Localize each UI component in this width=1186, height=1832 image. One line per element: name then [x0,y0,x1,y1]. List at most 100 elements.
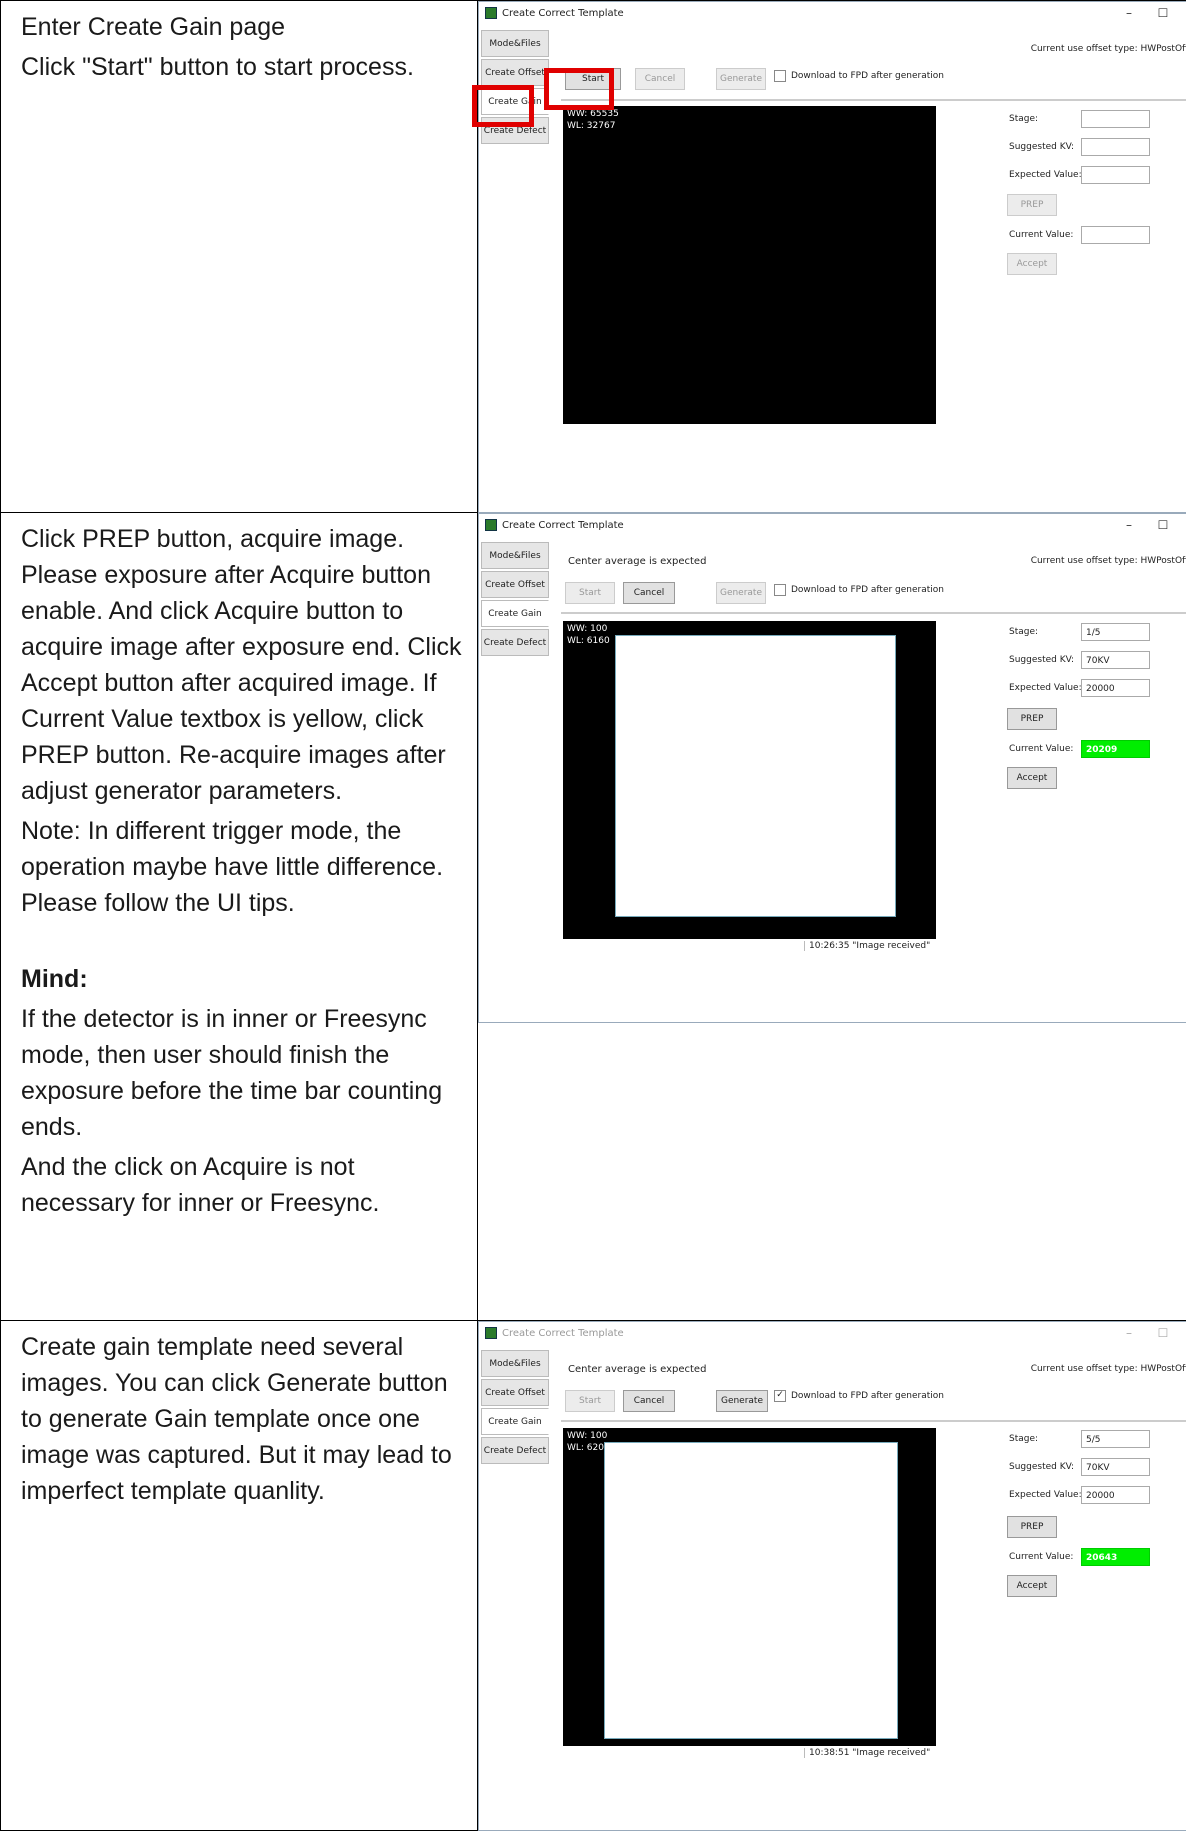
separator [561,1420,1186,1422]
close-icon[interactable]: ✕ [1180,6,1186,20]
step2-paragraph-2: Note: In different trigger mode, the ope… [21,817,444,917]
step3-text: Create gain template need several images… [0,1320,478,1831]
minimize-icon[interactable]: – [1112,1326,1146,1340]
maximize-icon[interactable]: ☐ [1146,518,1180,532]
gain-panel: Current use offset type: HWPostOffset St… [551,24,1186,510]
window-title: Create Correct Template [502,7,624,19]
maximize-icon[interactable]: ☐ [1146,6,1180,20]
separator [561,612,1186,614]
wl-value: WL: 32767 [567,121,616,131]
create-template-window: Create Correct Template – ☐ ✕ Mode&Files… [478,513,1186,1023]
separator [561,99,1186,101]
tab-create-offset[interactable]: Create Offset [481,1379,549,1406]
current-value-field: 20209 [1081,740,1150,758]
expected-value-label: Expected Value: [1009,683,1082,693]
current-value-field: 20643 [1081,1548,1150,1566]
tab-create-gain[interactable]: Create Gain [481,1408,549,1435]
tab-create-offset[interactable]: Create Offset [481,59,549,86]
expect-message: Center average is expected [568,1364,707,1375]
window-level-readout: WW: 65535 WL: 32767 [567,108,619,132]
generate-button[interactable]: Generate [716,582,766,604]
expected-value-label: Expected Value: [1009,170,1082,180]
tab-mode-files[interactable]: Mode&Files [481,542,549,569]
stage-field [1081,110,1150,128]
prep-button[interactable]: PREP [1007,194,1057,216]
offset-type-label: Current use offset type: HWPostOffset [1030,44,1186,54]
step1-screenshot: Create Correct Template – ☐ ✕ Mode&Files… [472,0,1186,513]
tab-mode-files[interactable]: Mode&Files [481,30,549,57]
step2-screenshot: Create Correct Template – ☐ ✕ Mode&Files… [477,512,1186,1321]
window-level-readout: WW: 100 WL: 6160 [567,623,610,647]
checkbox-checked-icon[interactable]: ✓ [774,1390,786,1402]
exposed-field [604,1442,898,1739]
offset-type-label: Current use offset type: HWPostOffset [1030,556,1186,566]
minimize-icon[interactable]: – [1112,6,1146,20]
tab-mode-files[interactable]: Mode&Files [481,1350,549,1377]
accept-button[interactable]: Accept [1007,253,1057,275]
download-checkbox[interactable]: ✓ Download to FPD after generation [774,1390,944,1402]
mind-heading: Mind: [21,965,88,993]
side-tabs: Mode&Files Create Offset Create Gain Cre… [481,1350,549,1466]
tab-create-gain[interactable]: Create Gain [481,600,549,627]
suggested-kv-field: 70KV [1081,651,1150,669]
image-viewer: WW: 100 WL: 620 [563,1428,936,1746]
current-value-field [1081,226,1150,244]
start-button[interactable]: Start [565,582,615,604]
window-level-readout: WW: 100 WL: 620 [567,1430,607,1454]
offset-type-label: Current use offset type: HWPostOffset [1030,1364,1186,1374]
stage-field: 5/5 [1081,1430,1150,1448]
maximize-icon[interactable]: ☐ [1146,1326,1180,1340]
cancel-button[interactable]: Cancel [635,68,685,90]
create-gain-highlight [472,85,534,127]
cancel-button[interactable]: Cancel [623,582,675,604]
start-button[interactable]: Start [565,1390,615,1412]
suggested-kv-label: Suggested KV: [1009,1462,1075,1472]
create-template-window: Create Correct Template – ☐ ✕ Mode&Files… [478,1321,1186,1831]
generate-button[interactable]: Generate [716,1390,768,1412]
expect-message: Center average is expected [568,556,707,567]
app-icon [485,519,497,531]
app-icon [485,1327,497,1339]
download-label: Download to FPD after generation [791,71,944,81]
gain-panel: Center average is expected Current use o… [551,1344,1186,1828]
gain-panel: Center average is expected Current use o… [551,536,1186,1020]
ww-value: WW: 100 [567,624,608,634]
step2-paragraph-1: Click PREP button, acquire image. Please… [21,525,462,805]
mind-paragraph-1: If the detector is in inner or Freesync … [21,1005,443,1141]
step1-paragraph-2: Click "Start" button to start process. [21,53,414,81]
status-message: 10:38:51 "Image received" [804,1748,1009,1758]
generate-button[interactable]: Generate [716,68,766,90]
step3-paragraph-1: Create gain template need several images… [21,1333,452,1505]
window-title: Create Correct Template [502,519,624,531]
prep-button[interactable]: PREP [1007,1516,1057,1538]
tab-create-offset[interactable]: Create Offset [481,571,549,598]
cancel-button[interactable]: Cancel [623,1390,675,1412]
suggested-kv-field: 70KV [1081,1458,1150,1476]
step1-text: Enter Create Gain page Click "Start" but… [0,0,478,513]
close-icon[interactable]: ✕ [1180,518,1186,532]
close-icon[interactable]: ✕ [1180,1326,1186,1340]
side-tabs: Mode&Files Create Offset Create Gain Cre… [481,542,549,658]
exposed-field [615,635,896,917]
minimize-icon[interactable]: – [1112,518,1146,532]
download-checkbox[interactable]: Download to FPD after generation [774,70,944,82]
checkbox-box[interactable] [774,584,786,596]
tab-create-defect[interactable]: Create Defect [481,1437,549,1464]
accept-button[interactable]: Accept [1007,767,1057,789]
stage-field: 1/5 [1081,623,1150,641]
expected-value-label: Expected Value: [1009,1490,1082,1500]
status-message: 10:26:35 "Image received" [804,941,1009,951]
current-value-label: Current Value: [1009,744,1074,754]
accept-button[interactable]: Accept [1007,1575,1057,1597]
ww-value: WW: 100 [567,1431,608,1441]
title-bar: Create Correct Template – ☐ ✕ [479,514,1186,536]
tab-create-defect[interactable]: Create Defect [481,629,549,656]
stage-label: Stage: [1009,114,1039,124]
download-label: Download to FPD after generation [791,1391,944,1401]
stage-label: Stage: [1009,627,1039,637]
image-viewer: WW: 100 WL: 6160 [563,621,936,939]
download-checkbox[interactable]: Download to FPD after generation [774,584,944,596]
prep-button[interactable]: PREP [1007,708,1057,730]
step3-screenshot: Create Correct Template – ☐ ✕ Mode&Files… [477,1320,1186,1831]
checkbox-box[interactable] [774,70,786,82]
